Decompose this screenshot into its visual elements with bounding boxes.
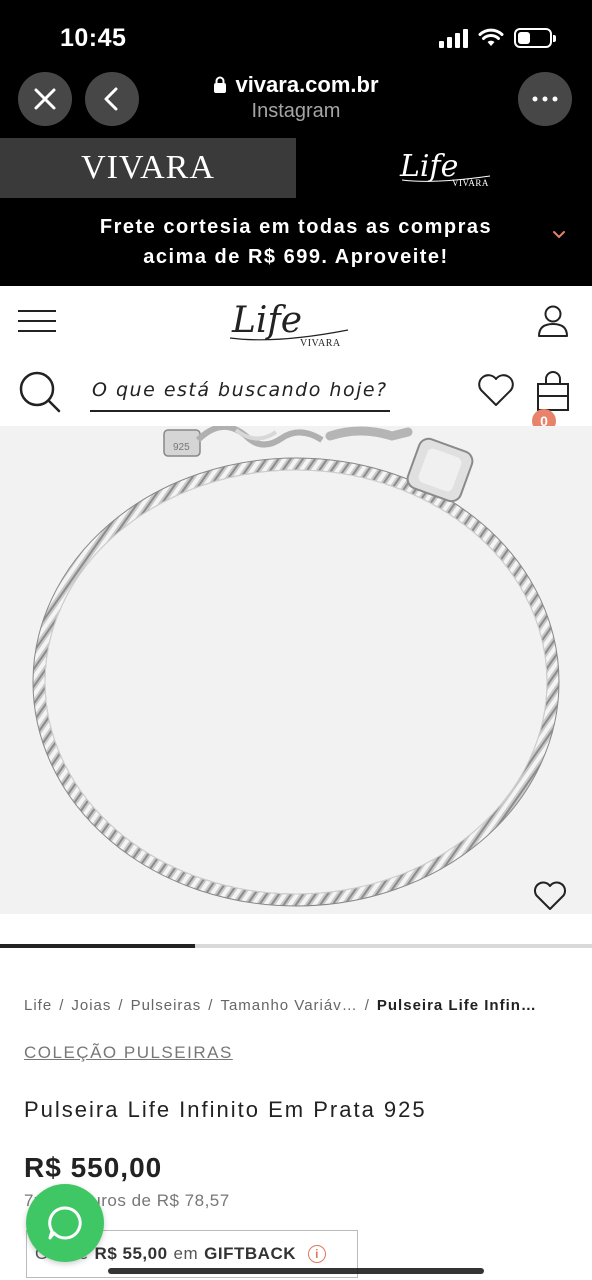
whatsapp-chat-button[interactable] [26, 1184, 104, 1262]
status-time: 10:45 [60, 24, 127, 52]
search-row: 0 [0, 358, 592, 433]
close-button[interactable] [18, 72, 72, 126]
more-options-button[interactable] [518, 72, 572, 126]
back-button[interactable] [85, 72, 139, 126]
more-dots-icon [532, 96, 558, 102]
breadcrumb-item-tamanho[interactable]: Tamanho Variáv… [220, 997, 357, 1014]
source-app: Instagram [251, 100, 341, 122]
hamburger-menu-icon[interactable] [18, 310, 56, 332]
image-wishlist-heart-icon[interactable] [532, 880, 568, 912]
life-header-logo[interactable]: Life VIVARA [226, 294, 356, 354]
svg-text:Life: Life [399, 149, 458, 184]
status-icons [439, 28, 556, 48]
url-text: vivara.com.br [235, 72, 379, 97]
svg-text:925: 925 [173, 442, 190, 453]
breadcrumb-separator: / [118, 997, 124, 1014]
breadcrumb-separator: / [59, 997, 65, 1014]
promo-line-2: acima de R$ 699. Aproveite! [143, 246, 449, 268]
promo-line-1: Frete cortesia em todas as compras [99, 216, 493, 238]
bracelet-image: 925 [32, 426, 560, 907]
collection-link[interactable]: COLEÇÃO PULSEIRAS [24, 1043, 233, 1063]
vivara-logo: VIVARA [81, 149, 215, 186]
brand-switcher: VIVARA Life VIVARA [0, 138, 592, 198]
user-account-icon[interactable] [536, 304, 570, 338]
battery-icon [514, 28, 556, 48]
breadcrumb-separator: / [364, 997, 370, 1014]
life-brand-tab[interactable]: Life VIVARA [296, 138, 592, 198]
chevron-left-icon [104, 87, 118, 111]
breadcrumb-item-joias[interactable]: Joias [71, 997, 111, 1014]
wifi-icon [478, 28, 504, 46]
giftback-amount: R$ 55,00 [94, 1244, 168, 1263]
lock-icon [214, 76, 227, 93]
vivara-brand-tab[interactable]: VIVARA [0, 138, 296, 198]
site-header: Life VIVARA [0, 286, 592, 358]
cellular-signal-icon [439, 28, 468, 48]
close-icon [34, 88, 56, 110]
product-price: R$ 550,00 [24, 1152, 163, 1183]
product-title: Pulseira Life Infinito Em Prata 925 [24, 1097, 427, 1122]
breadcrumb-item-current: Pulseira Life Infin… [376, 997, 537, 1014]
svg-text:Life: Life [231, 300, 302, 341]
chevron-down-icon[interactable] [552, 230, 566, 240]
address-bar[interactable]: vivara.com.br Instagram [150, 72, 442, 123]
breadcrumb-item-pulseiras[interactable]: Pulseiras [131, 997, 202, 1014]
info-icon[interactable]: i [308, 1245, 326, 1263]
gallery-progress-bar [0, 944, 592, 948]
giftback-mid: em [173, 1244, 199, 1263]
breadcrumb-item-life[interactable]: Life [24, 997, 52, 1014]
browser-top-bar: 10:45 vivara.com.br Instagram [0, 0, 592, 138]
shopping-bag-icon[interactable] [534, 370, 572, 412]
giftback-label: GIFTBACK [204, 1244, 296, 1263]
gallery-progress-fill [0, 944, 196, 948]
life-logo: Life VIVARA [399, 149, 491, 188]
svg-text:VIVARA: VIVARA [452, 178, 489, 188]
chat-bubble-icon [48, 1206, 82, 1240]
product-image[interactable]: 925 [0, 426, 592, 914]
breadcrumb-separator: / [208, 997, 214, 1014]
search-input[interactable] [90, 374, 390, 412]
search-icon[interactable] [18, 370, 62, 414]
promo-banner[interactable]: Frete cortesia em todas as compras acima… [0, 198, 592, 286]
wishlist-heart-icon[interactable] [476, 372, 516, 408]
svg-text:VIVARA: VIVARA [300, 338, 341, 349]
home-indicator [108, 1268, 484, 1274]
breadcrumb: Life / Joias / Pulseiras / Tamanho Variá… [24, 997, 564, 1014]
